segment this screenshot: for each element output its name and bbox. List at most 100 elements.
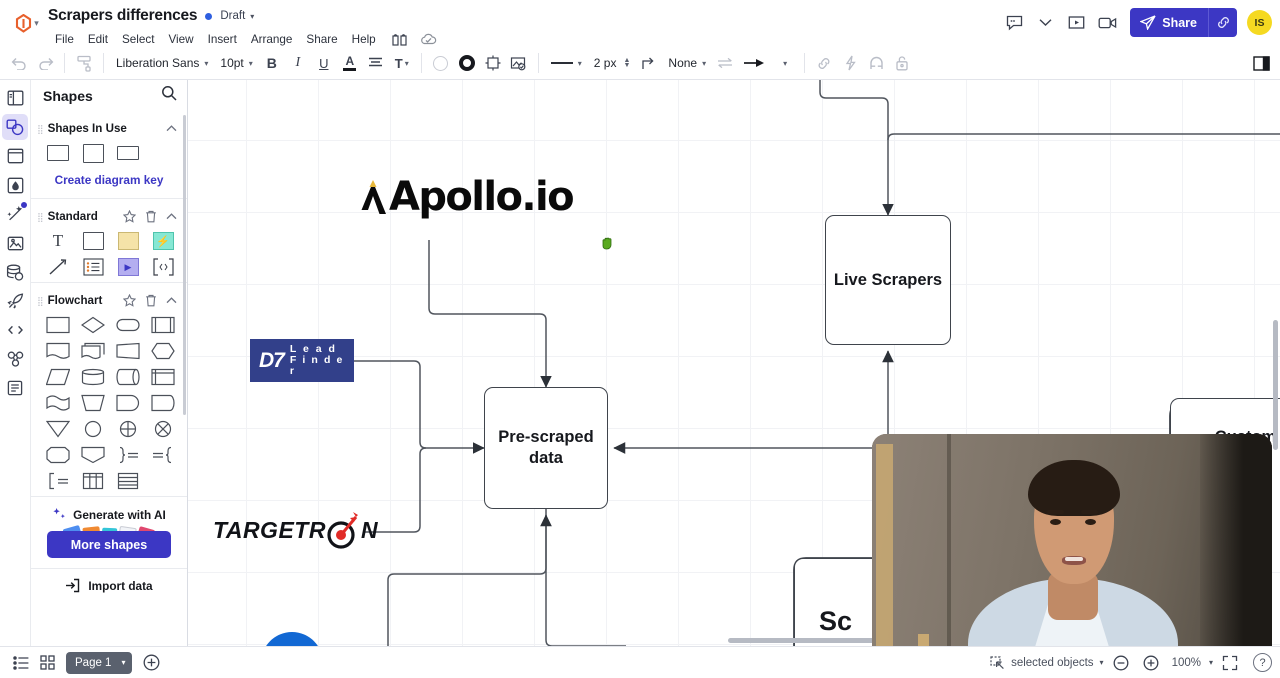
app-logo[interactable]: ▾ <box>0 0 48 47</box>
drag-grip-icon[interactable]: ⣿ <box>37 124 44 133</box>
undo-icon[interactable] <box>6 50 32 76</box>
zoom-level[interactable]: 100% <box>1168 657 1205 669</box>
line-width-stepper[interactable]: 2 px ▲ ▼ <box>588 50 637 76</box>
zoom-chevron-down-icon[interactable]: ▾ <box>1209 658 1213 667</box>
integrations-icon[interactable] <box>2 346 28 372</box>
d7-lead-finder-logo[interactable]: D7 L e a d F i n d e r <box>250 339 354 382</box>
code-panel-icon[interactable] <box>2 317 28 343</box>
shape-data[interactable] <box>115 341 141 361</box>
menu-help[interactable]: Help <box>345 31 383 48</box>
page-title[interactable]: Scrapers differences <box>48 7 198 25</box>
shape-rectangle[interactable] <box>80 143 106 163</box>
menu-select[interactable]: Select <box>115 31 161 48</box>
chevron-down-icon[interactable]: ▾ <box>34 18 39 29</box>
shape-bracket[interactable] <box>45 471 71 491</box>
menu-edit[interactable]: Edit <box>81 31 115 48</box>
magnet-icon[interactable] <box>863 50 889 76</box>
shape-extract[interactable] <box>80 445 106 465</box>
record-video-icon[interactable] <box>1093 9 1121 37</box>
panel-scrollbar[interactable] <box>183 115 186 415</box>
drag-grip-icon[interactable]: ⣿ <box>37 212 44 221</box>
swap-arrow-icon[interactable] <box>712 50 738 76</box>
underline-button[interactable]: U <box>311 50 337 76</box>
menu-arrange[interactable]: Arrange <box>244 31 300 48</box>
page-selector[interactable]: Page 1 ▾ <box>66 651 133 674</box>
search-icon[interactable] <box>161 85 177 106</box>
shape-or-junction[interactable] <box>150 419 176 439</box>
targetron-logo[interactable]: TARGETR N <box>213 510 378 550</box>
line-end-caret-button[interactable]: ▾ <box>772 50 798 76</box>
lightning-icon[interactable] <box>837 50 863 76</box>
chevron-up-icon[interactable] <box>164 213 179 220</box>
shape-preparation[interactable] <box>150 341 176 361</box>
shapes-panel-icon[interactable] <box>2 114 28 140</box>
shape-delay[interactable] <box>150 393 176 413</box>
fill-none-icon[interactable] <box>428 50 454 76</box>
shape-manual-operation[interactable] <box>80 393 106 413</box>
star-icon[interactable] <box>121 294 138 307</box>
right-panel-icon[interactable] <box>1248 50 1274 76</box>
shape-options-icon[interactable] <box>480 50 506 76</box>
comment-icon[interactable] <box>1000 9 1028 37</box>
shape-database[interactable] <box>80 367 106 387</box>
shape-document[interactable] <box>45 341 71 361</box>
more-shapes-button[interactable]: More shapes <box>47 531 171 558</box>
section-header[interactable]: ⣿ Flowchart <box>31 290 187 311</box>
share-button[interactable]: Share <box>1130 8 1237 37</box>
shape-play-block[interactable]: ▶ <box>115 257 141 277</box>
trash-icon[interactable] <box>143 294 159 307</box>
avatar[interactable]: IS <box>1247 10 1272 35</box>
shape-predefined-process[interactable] <box>150 315 176 335</box>
trash-icon[interactable] <box>143 210 159 223</box>
format-painter-icon[interactable] <box>71 50 97 76</box>
live-scrapers-node[interactable]: Live Scrapers <box>825 215 951 345</box>
zoom-in-button[interactable] <box>1138 651 1164 675</box>
shape-parallelogram[interactable] <box>45 367 71 387</box>
line-start-select[interactable]: None ▾ <box>662 50 712 76</box>
header-chevron-down-icon[interactable] <box>1031 9 1059 37</box>
font-family-select[interactable]: Liberation Sans ▾ <box>110 50 214 76</box>
shape-table-rows[interactable] <box>115 471 141 491</box>
team-spaces-icon[interactable] <box>388 29 412 49</box>
bold-button[interactable]: B <box>259 50 285 76</box>
shape-terminator[interactable] <box>115 315 141 335</box>
shape-left-brace[interactable] <box>150 445 176 465</box>
shape-right-brace[interactable] <box>115 445 141 465</box>
text-color-button[interactable]: A <box>337 50 363 76</box>
image-panel-icon[interactable] <box>2 230 28 256</box>
shape-code-block[interactable] <box>150 257 176 277</box>
shapes-panel-body[interactable]: ⣿ Shapes In Use Create diagram key ⣿ Sta… <box>31 111 187 646</box>
link-icon[interactable] <box>811 50 837 76</box>
font-size-select[interactable]: 10pt ▾ <box>214 50 258 76</box>
line-color-icon[interactable] <box>454 50 480 76</box>
align-icon[interactable] <box>363 50 389 76</box>
italic-button[interactable]: I <box>285 50 311 76</box>
fit-screen-icon[interactable] <box>1217 651 1243 675</box>
shape-display[interactable] <box>115 393 141 413</box>
shape-paper-tape[interactable] <box>45 393 71 413</box>
shape-internal-storage[interactable] <box>150 367 176 387</box>
import-data-button[interactable]: Import data <box>31 568 187 601</box>
ai-magic-icon[interactable] <box>2 201 28 227</box>
canvas-vertical-scrollbar[interactable] <box>1273 320 1278 450</box>
shape-sticky-note[interactable] <box>115 231 141 251</box>
help-button[interactable]: ? <box>1253 653 1272 672</box>
apollo-logo[interactable]: Apollo.io <box>356 174 575 220</box>
shape-decision[interactable] <box>80 315 106 335</box>
menu-file[interactable]: File <box>48 31 81 48</box>
shape-list[interactable] <box>80 257 106 277</box>
chevron-down-icon[interactable]: ▾ <box>1100 658 1104 667</box>
shape-rectangle[interactable] <box>115 143 141 163</box>
shape-rectangle[interactable] <box>80 231 106 251</box>
shape-action-note[interactable]: ⚡ <box>150 231 176 251</box>
add-page-button[interactable] <box>138 651 164 675</box>
shape-rectangle[interactable] <box>45 143 71 163</box>
line-style-select[interactable]: ▾ <box>545 50 588 76</box>
star-icon[interactable] <box>121 210 138 223</box>
shape-connector[interactable] <box>80 419 106 439</box>
shape-stored-data[interactable] <box>45 445 71 465</box>
drag-grip-icon[interactable]: ⣿ <box>37 296 44 305</box>
text-options-button[interactable]: T ▾ <box>389 50 415 76</box>
section-header[interactable]: ⣿ Standard <box>31 206 187 227</box>
pre-scraped-data-node[interactable]: Pre-scraped data <box>484 387 608 509</box>
